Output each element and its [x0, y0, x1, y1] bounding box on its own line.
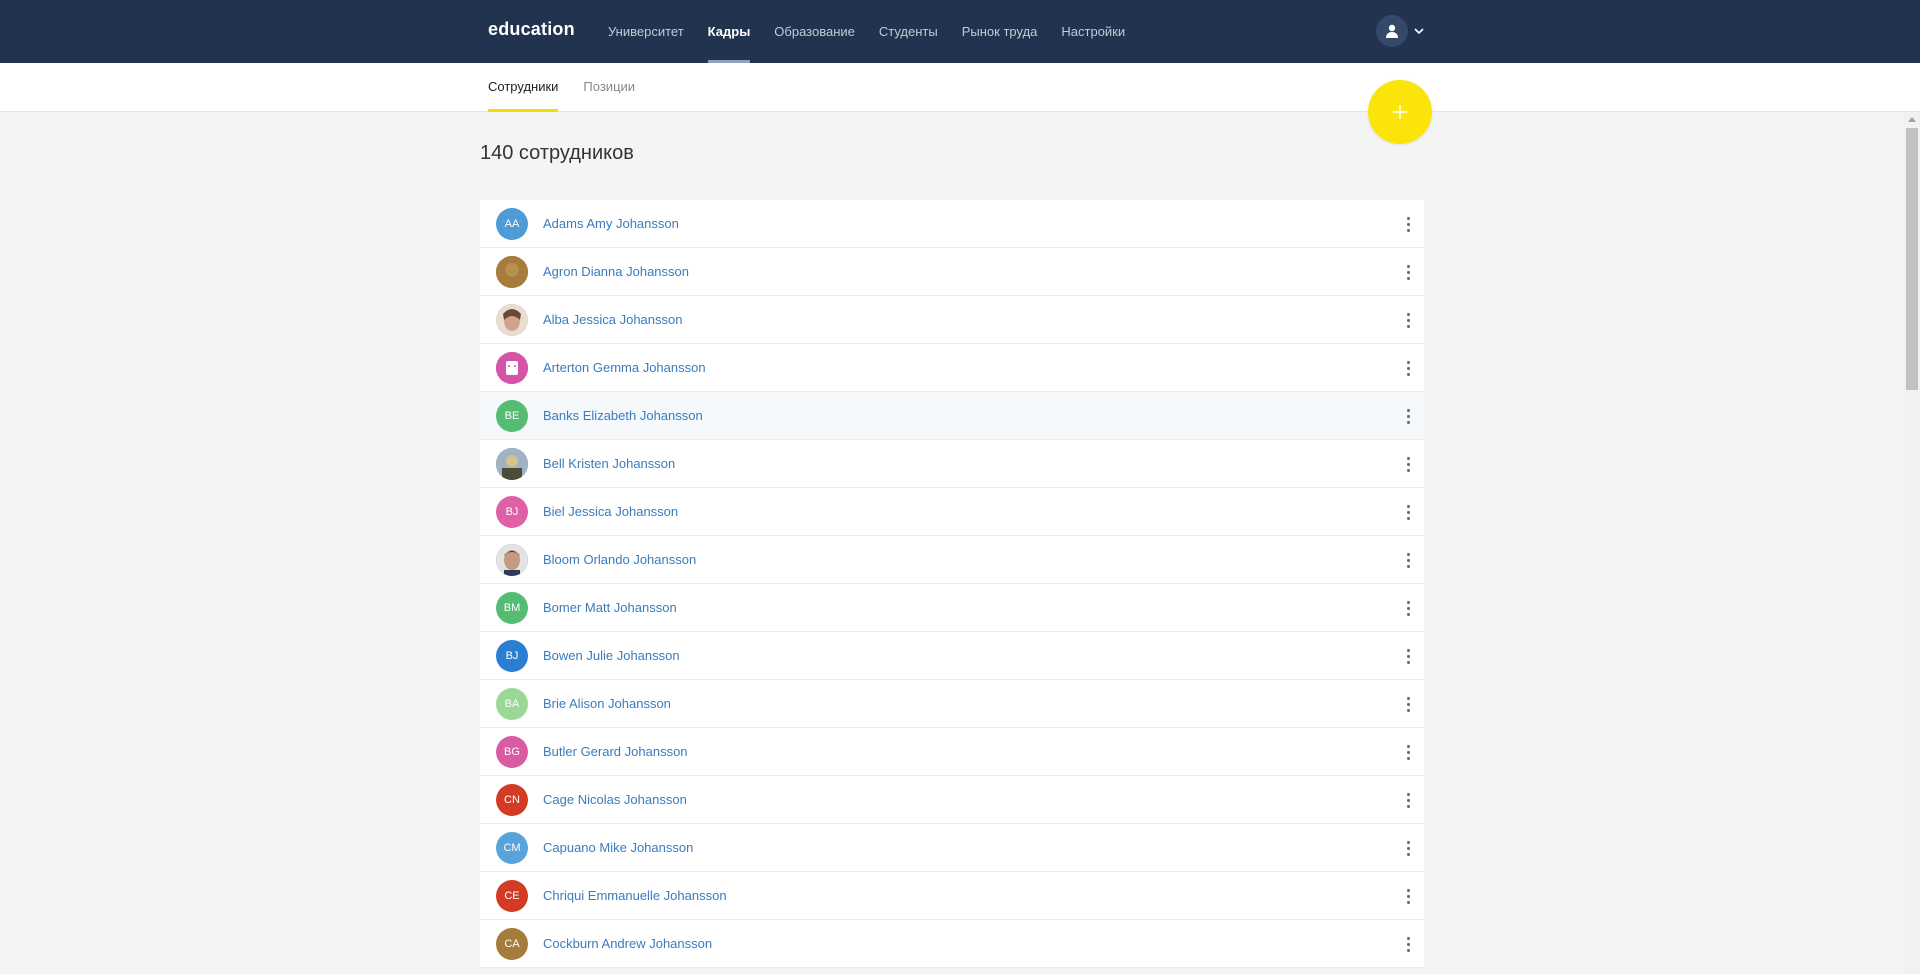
avatar[interactable]	[496, 352, 528, 384]
employee-name-link[interactable]: Bell Kristen Johansson	[543, 440, 675, 488]
avatar-initials: AA	[504, 218, 520, 230]
nav-item[interactable]: Кадры	[707, 0, 750, 63]
avatar-initials: BE	[504, 410, 520, 422]
avatar[interactable]: BM	[496, 592, 528, 624]
more-options-icon[interactable]	[1400, 406, 1416, 426]
brand-logo[interactable]: education	[488, 19, 575, 40]
avatar[interactable]: BE	[496, 400, 528, 432]
scrollbar[interactable]	[1904, 112, 1920, 974]
list-item[interactable]: CN Cage Nicolas Johansson	[480, 776, 1424, 824]
list-item[interactable]: BJ Biel Jessica Johansson	[480, 488, 1424, 536]
avatar[interactable]: BG	[496, 736, 528, 768]
avatar-initials: CN	[504, 794, 520, 806]
more-options-icon[interactable]	[1400, 358, 1416, 378]
employee-name-link[interactable]: Banks Elizabeth Johansson	[543, 392, 703, 440]
employee-name-link[interactable]: Adams Amy Johansson	[543, 200, 679, 248]
more-options-icon[interactable]	[1400, 310, 1416, 330]
tab-employees[interactable]: Сотрудники	[488, 63, 559, 112]
avatar[interactable]: BJ	[496, 496, 528, 528]
user-icon[interactable]	[1376, 15, 1408, 47]
user-menu[interactable]	[1376, 15, 1424, 47]
more-options-icon[interactable]	[1400, 886, 1416, 906]
avatar[interactable]: AA	[496, 208, 528, 240]
avatar[interactable]: CE	[496, 880, 528, 912]
plus-icon	[1393, 105, 1407, 119]
employee-name-link[interactable]: Brie Alison Johansson	[543, 680, 671, 728]
list-item[interactable]: Arterton Gemma Johansson	[480, 344, 1424, 392]
employee-name-link[interactable]: Bomer Matt Johansson	[543, 584, 677, 632]
main-nav: Университет Кадры Образование Студенты Рынок…	[608, 0, 1149, 63]
nav-item[interactable]: Университет	[608, 0, 684, 63]
list-item[interactable]: Alba Jessica Johansson	[480, 296, 1424, 344]
tab-positions[interactable]: Позиции	[583, 63, 635, 112]
more-options-icon[interactable]	[1400, 934, 1416, 954]
list-item[interactable]: CM Capuano Mike Johansson	[480, 824, 1424, 872]
list-item[interactable]: CE Chriqui Emmanuelle Johansson	[480, 872, 1424, 920]
list-item[interactable]: BM Bomer Matt Johansson	[480, 584, 1424, 632]
avatar-initials: BJ	[505, 650, 519, 662]
avatar-initials: CE	[504, 890, 520, 902]
employee-list: AA Adams Amy Johansson Agron Dianna Johans…	[480, 200, 1424, 968]
top-navbar: education Университет Кадры Образование Сту…	[0, 0, 1920, 63]
list-item[interactable]: AA Adams Amy Johansson	[480, 200, 1424, 248]
more-options-icon[interactable]	[1400, 598, 1416, 618]
more-options-icon[interactable]	[1400, 838, 1416, 858]
avatar[interactable]	[496, 256, 528, 288]
chevron-down-icon[interactable]	[1414, 28, 1424, 34]
avatar[interactable]	[496, 304, 528, 336]
list-item[interactable]: BE Banks Elizabeth Johansson	[480, 392, 1424, 440]
employee-name-link[interactable]: Arterton Gemma Johansson	[543, 344, 706, 392]
avatar-initials: BG	[504, 746, 520, 758]
employee-name-link[interactable]: Bloom Orlando Johansson	[543, 536, 696, 584]
more-options-icon[interactable]	[1400, 550, 1416, 570]
avatar-initials: CM	[503, 842, 521, 854]
employee-name-link[interactable]: Butler Gerard Johansson	[543, 728, 688, 776]
employee-name-link[interactable]: Capuano Mike Johansson	[543, 824, 693, 872]
avatar-initials: BA	[504, 698, 520, 710]
more-options-icon[interactable]	[1400, 502, 1416, 522]
list-item[interactable]: Bloom Orlando Johansson	[480, 536, 1424, 584]
list-item[interactable]: Agron Dianna Johansson	[480, 248, 1424, 296]
employee-name-link[interactable]: Biel Jessica Johansson	[543, 488, 678, 536]
employee-name-link[interactable]: Alba Jessica Johansson	[543, 296, 682, 344]
more-options-icon[interactable]	[1400, 694, 1416, 714]
add-employee-button[interactable]	[1368, 80, 1432, 144]
sub-tabs: Сотрудники Позиции	[488, 63, 660, 112]
more-options-icon[interactable]	[1400, 454, 1416, 474]
sub-navbar: Сотрудники Позиции	[0, 63, 1920, 112]
avatar[interactable]: CA	[496, 928, 528, 960]
employee-name-link[interactable]: Cage Nicolas Johansson	[543, 776, 687, 824]
avatar[interactable]: BJ	[496, 640, 528, 672]
employee-name-link[interactable]: Agron Dianna Johansson	[543, 248, 689, 296]
list-item[interactable]: BG Butler Gerard Johansson	[480, 728, 1424, 776]
list-item[interactable]: BA Brie Alison Johansson	[480, 680, 1424, 728]
employee-name-link[interactable]: Bowen Julie Johansson	[543, 632, 680, 680]
avatar-initials: BJ	[505, 506, 519, 518]
more-options-icon[interactable]	[1400, 214, 1416, 234]
avatar[interactable]: BA	[496, 688, 528, 720]
scroll-up-arrow-icon[interactable]	[1904, 116, 1920, 126]
more-options-icon[interactable]	[1400, 790, 1416, 810]
avatar[interactable]	[496, 448, 528, 480]
nav-item[interactable]: Рынок труда	[962, 0, 1038, 63]
page-title: 140 сотрудников	[480, 142, 634, 164]
avatar-initials: BM	[503, 602, 521, 614]
employee-name-link[interactable]: Cockburn Andrew Johansson	[543, 920, 712, 968]
nav-item[interactable]: Студенты	[879, 0, 938, 63]
list-item[interactable]: Bell Kristen Johansson	[480, 440, 1424, 488]
avatar-initials: CA	[504, 938, 520, 950]
more-options-icon[interactable]	[1400, 262, 1416, 282]
nav-item[interactable]: Образование	[774, 0, 855, 63]
avatar[interactable]: CM	[496, 832, 528, 864]
nav-item[interactable]: Настройки	[1061, 0, 1125, 63]
avatar[interactable]: CN	[496, 784, 528, 816]
list-item[interactable]: CA Cockburn Andrew Johansson	[480, 920, 1424, 968]
more-options-icon[interactable]	[1400, 646, 1416, 666]
employee-name-link[interactable]: Chriqui Emmanuelle Johansson	[543, 872, 727, 920]
more-options-icon[interactable]	[1400, 742, 1416, 762]
scrollbar-thumb[interactable]	[1906, 128, 1918, 390]
avatar[interactable]	[496, 544, 528, 576]
list-item[interactable]: BJ Bowen Julie Johansson	[480, 632, 1424, 680]
